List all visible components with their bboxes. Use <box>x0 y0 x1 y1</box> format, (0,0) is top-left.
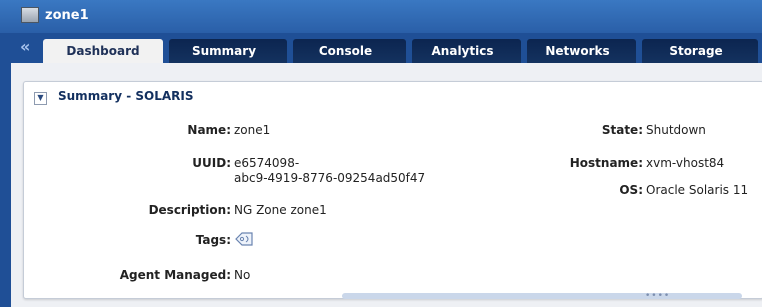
description-value: NG Zone zone1 <box>234 203 327 217</box>
tab-summary[interactable]: Summary <box>169 39 287 63</box>
panel-header[interactable]: ▼ Summary - SOLARIS <box>24 82 762 110</box>
tags-label: Tags: <box>195 233 231 247</box>
tab-analytics[interactable]: Analytics <box>412 39 521 63</box>
agent-managed-value: No <box>234 268 251 282</box>
zone-icon <box>21 7 39 23</box>
name-value: zone1 <box>234 123 271 137</box>
title-bar: zone1 <box>0 0 762 33</box>
hostname-label: Hostname: <box>569 156 643 170</box>
window-title: zone1 <box>45 8 89 23</box>
panel-title: Summary - SOLARIS <box>58 89 194 103</box>
tag-icon[interactable] <box>234 230 256 251</box>
hostname-value: xvm-vhost84 <box>646 156 725 170</box>
dashboard-content: ▼ Summary - SOLARIS Name: zone1 UUID: e6… <box>11 63 762 307</box>
tab-bar: « Dashboard Summary Console Analytics Ne… <box>0 33 762 63</box>
left-frame <box>0 63 11 307</box>
tab-dashboard[interactable]: Dashboard <box>43 39 163 63</box>
os-label: OS: <box>619 183 643 197</box>
tab-storage[interactable]: Storage <box>642 39 758 63</box>
description-label: Description: <box>148 203 231 217</box>
state-value: Shutdown <box>646 123 706 137</box>
agent-managed-label: Agent Managed: <box>119 268 231 282</box>
uuid-label: UUID: <box>192 156 231 170</box>
state-label: State: <box>601 123 643 137</box>
os-value: Oracle Solaris 11 <box>646 183 749 197</box>
chevron-down-icon[interactable]: ▼ <box>34 92 47 105</box>
name-label: Name: <box>187 123 231 137</box>
tab-networks[interactable]: Networks <box>527 39 636 63</box>
tab-console[interactable]: Console <box>293 39 406 63</box>
uuid-value-line2: abc9-4919-8776-09254ad50f47 <box>234 171 426 185</box>
summary-panel: ▼ Summary - SOLARIS Name: zone1 UUID: e6… <box>23 81 762 299</box>
collapse-icon[interactable]: « <box>20 39 30 55</box>
resize-grip-icon[interactable]: •••• <box>645 291 670 301</box>
uuid-value-line1: e6574098- <box>234 156 300 170</box>
horizontal-scrollbar[interactable] <box>342 293 742 299</box>
